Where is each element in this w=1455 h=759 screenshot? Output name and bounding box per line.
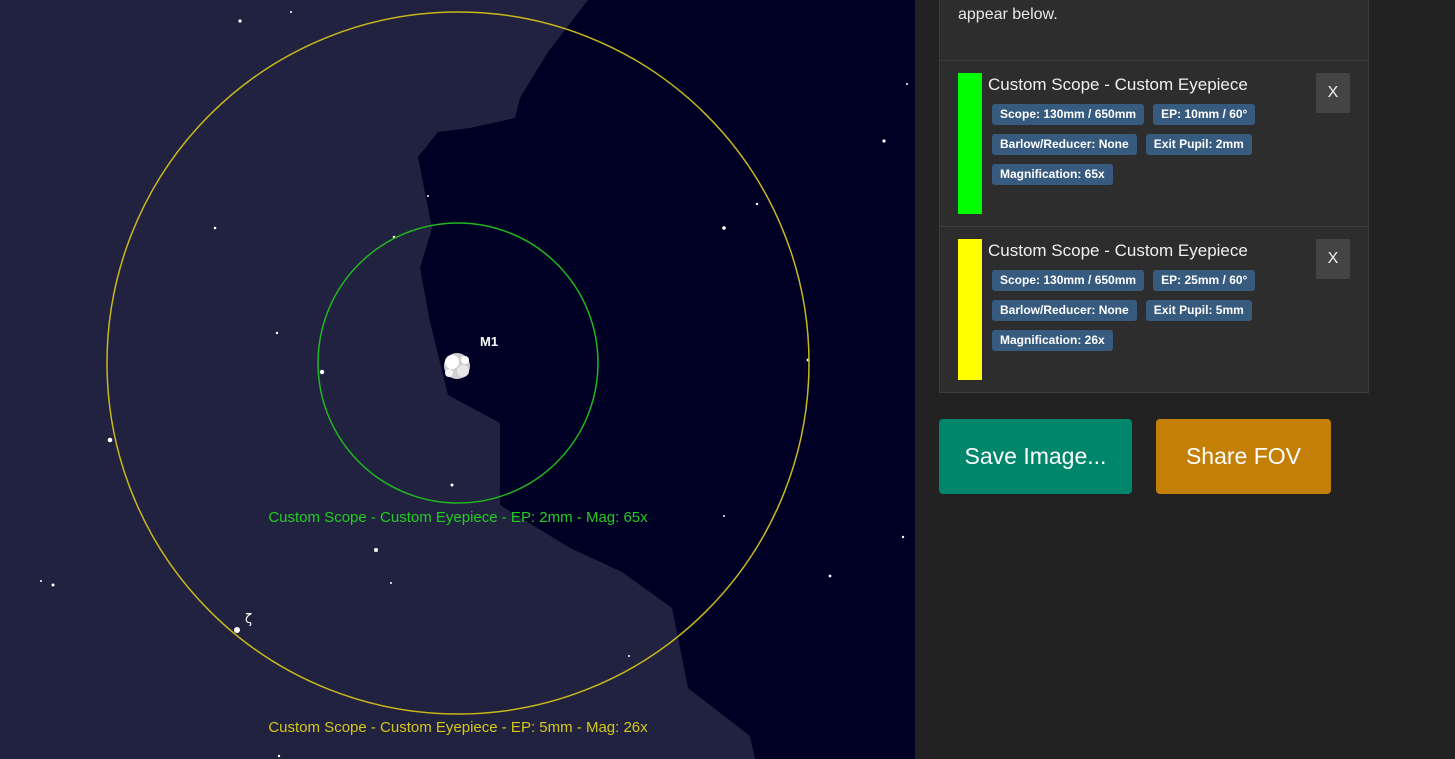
fov-label-yellow: Custom Scope - Custom Eyepiece - EP: 5mm…: [268, 719, 648, 736]
star: [51, 583, 55, 587]
star: [374, 548, 378, 552]
star: [107, 437, 113, 443]
badge-scope: Scope: 130mm / 650mm: [992, 270, 1145, 291]
fov-color-swatch: [958, 73, 982, 214]
star: [238, 19, 242, 23]
star: [755, 202, 759, 206]
star: [319, 369, 325, 375]
fov-entry-badges: Scope: 130mm / 650mm EP: 25mm / 60° Barl…: [992, 269, 1292, 359]
star: [427, 195, 429, 197]
fov-panel: appear below. Custom Scope - Custom Eyep…: [915, 0, 1455, 759]
intro-text: appear below.: [958, 6, 1058, 23]
badge-eyepiece: EP: 25mm / 60°: [1153, 270, 1256, 291]
sky-chart-canvas[interactable]: M1 ζ Custom Scope - Custom Eyepiece - EP…: [0, 0, 915, 759]
star: [828, 574, 832, 578]
star: [275, 331, 279, 335]
remove-fov-button[interactable]: X: [1316, 73, 1350, 113]
star: [40, 580, 42, 582]
star: [628, 655, 630, 657]
star: [901, 535, 905, 539]
fov-color-swatch: [958, 239, 982, 380]
star: [882, 139, 886, 143]
star: [290, 11, 292, 13]
badge-barlow: Barlow/Reducer: None: [992, 134, 1137, 155]
fov-label-green: Custom Scope - Custom Eyepiece - EP: 2mm…: [268, 509, 648, 526]
star: [213, 226, 217, 230]
star-label-zeta: ζ: [245, 612, 252, 627]
badge-magnification: Magnification: 26x: [992, 330, 1113, 351]
star: [906, 83, 908, 85]
star: [277, 754, 281, 758]
badge-eyepiece: EP: 10mm / 60°: [1153, 104, 1256, 125]
badge-exit-pupil: Exit Pupil: 5mm: [1145, 300, 1252, 321]
fov-entry-badges: Scope: 130mm / 650mm EP: 10mm / 60° Barl…: [992, 103, 1292, 193]
fov-entry-title: Custom Scope - Custom Eyepiece: [988, 241, 1248, 260]
star: [234, 627, 240, 633]
share-fov-button[interactable]: Share FOV: [1156, 419, 1331, 494]
intro-card: appear below.: [939, 0, 1369, 61]
badge-barlow: Barlow/Reducer: None: [992, 300, 1137, 321]
fov-entry-green: Custom Scope - Custom Eyepiece Scope: 13…: [939, 60, 1369, 227]
fov-entry-yellow: Custom Scope - Custom Eyepiece Scope: 13…: [939, 226, 1369, 393]
sky-chart[interactable]: M1 ζ Custom Scope - Custom Eyepiece - EP…: [0, 0, 915, 759]
badge-scope: Scope: 130mm / 650mm: [992, 104, 1145, 125]
m1-nebula: [444, 353, 470, 379]
fov-entry-title: Custom Scope - Custom Eyepiece: [988, 75, 1248, 94]
star: [450, 483, 454, 487]
star: [723, 515, 725, 517]
save-image-button[interactable]: Save Image...: [939, 419, 1132, 494]
star: [390, 582, 392, 584]
badge-magnification: Magnification: 65x: [992, 164, 1113, 185]
badge-exit-pupil: Exit Pupil: 2mm: [1145, 134, 1252, 155]
star: [722, 226, 726, 230]
object-label-m1: M1: [480, 334, 498, 349]
remove-fov-button[interactable]: X: [1316, 239, 1350, 279]
